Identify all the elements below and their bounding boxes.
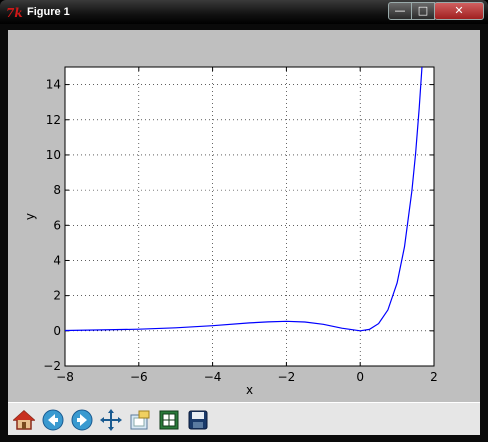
forward-icon (71, 409, 93, 431)
y-tick-label: 2 (53, 289, 61, 303)
y-tick-label: 12 (46, 113, 61, 127)
y-tick-label: 4 (53, 253, 61, 267)
window-title: Figure 1 (27, 6, 70, 18)
plot-canvas[interactable]: −8 −6 −4 −2 0 2 −2 0 2 4 6 8 10 12 14 x y (8, 30, 480, 402)
x-tick-labels: −8 −6 −4 −2 0 2 (56, 370, 438, 384)
y-tick-label: −2 (43, 359, 61, 373)
back-button[interactable] (39, 406, 67, 434)
close-button[interactable]: ✕ (434, 2, 484, 20)
home-button[interactable] (10, 406, 38, 434)
y-tick-label: 6 (53, 218, 61, 232)
title-bar[interactable]: 7k Figure 1 — □ ✕ (0, 0, 488, 24)
figure-client-area: −8 −6 −4 −2 0 2 −2 0 2 4 6 8 10 12 14 x y (8, 30, 480, 435)
y-tick-label: 14 (46, 78, 61, 92)
y-tick-label: 10 (46, 148, 61, 162)
navigation-toolbar (8, 402, 480, 435)
y-tick-labels: −2 0 2 4 6 8 10 12 14 (43, 78, 61, 373)
x-tick-label: 0 (356, 370, 364, 384)
y-tick-label: 0 (53, 324, 61, 338)
pan-icon (100, 409, 122, 431)
subplots-icon (159, 410, 179, 430)
zoom-button[interactable] (126, 406, 154, 434)
save-button[interactable] (184, 406, 212, 434)
forward-button[interactable] (68, 406, 96, 434)
axes-background (64, 66, 435, 367)
x-axis-label: x (246, 383, 253, 397)
y-tick-label: 8 (53, 183, 61, 197)
home-icon (13, 409, 35, 430)
zoom-icon (130, 410, 150, 430)
x-tick-label: −6 (130, 370, 148, 384)
minimize-button[interactable]: — (388, 2, 412, 20)
pan-button[interactable] (97, 406, 125, 434)
save-icon (188, 410, 208, 430)
chart-svg: −8 −6 −4 −2 0 2 −202468101214 x y (23, 66, 438, 397)
back-icon (42, 409, 64, 431)
x-tick-label: −2 (278, 370, 296, 384)
figure-window: 7k Figure 1 — □ ✕ −8 −6 −4 −2 0 2 −2 0 2 4 6 8 10 12… (0, 0, 488, 442)
x-tick-label: 2 (430, 370, 438, 384)
y-axis-label: y (23, 213, 37, 220)
x-tick-label: −4 (204, 370, 222, 384)
maximize-button[interactable]: □ (411, 2, 435, 20)
tk-logo-icon: 7k (6, 6, 23, 20)
configure-subplots-button[interactable] (155, 406, 183, 434)
